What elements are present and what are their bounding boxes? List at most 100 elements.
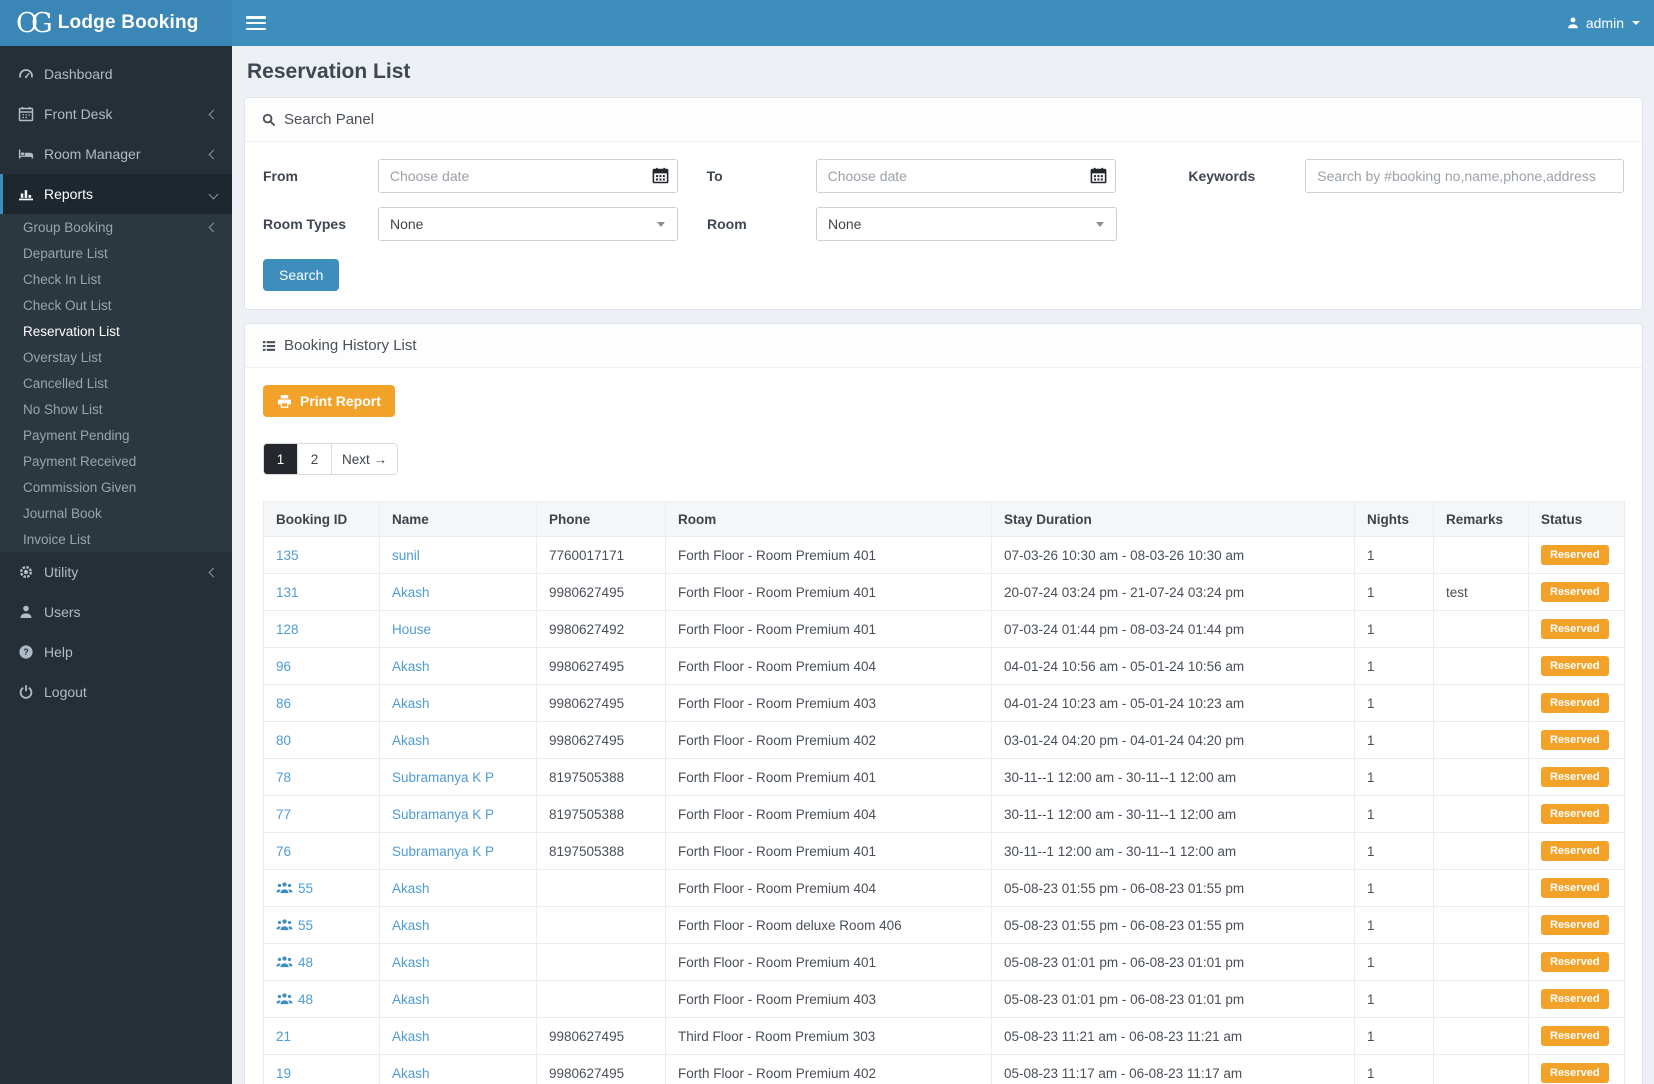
stay-duration-cell: 20-07-24 03:24 pm - 21-07-24 03:24 pm: [991, 573, 1355, 611]
remarks-cell: [1433, 795, 1529, 833]
sidebar-item-front-desk[interactable]: Front Desk: [0, 94, 232, 134]
guest-name-link[interactable]: Akash: [392, 1029, 430, 1044]
guest-name-link[interactable]: Akash: [392, 696, 430, 711]
booking-id-link[interactable]: 77: [276, 807, 291, 822]
sidebar-item-dashboard[interactable]: Dashboard: [0, 54, 232, 94]
booking-id-link[interactable]: 96: [276, 659, 291, 674]
booking-id-link[interactable]: 55: [298, 881, 313, 896]
status-badge: Reserved: [1541, 878, 1609, 898]
stay-duration-cell: 04-01-24 10:23 am - 05-01-24 10:23 am: [991, 684, 1355, 722]
print-report-button[interactable]: Print Report: [263, 385, 395, 417]
submenu-item[interactable]: Invoice List: [0, 526, 232, 552]
booking-id-link[interactable]: 21: [276, 1029, 291, 1044]
sidebar-item-logout[interactable]: Logout: [0, 672, 232, 712]
sidebar-item-help[interactable]: ? Help: [0, 632, 232, 672]
submenu-item-label: Group Booking: [23, 219, 114, 235]
group-booking-icon: [276, 955, 293, 968]
col-header-phone: Phone: [536, 501, 666, 537]
room-cell: Forth Floor - Room Premium 401: [665, 943, 992, 981]
pagination-next[interactable]: Next →: [332, 444, 398, 474]
booking-id-cell: 55: [263, 906, 380, 944]
guest-name-link[interactable]: Akash: [392, 585, 430, 600]
sidebar-item-utility[interactable]: Utility: [0, 552, 232, 592]
to-date-input[interactable]: [815, 159, 1117, 193]
booking-id-link[interactable]: 131: [276, 585, 299, 600]
submenu-item[interactable]: Journal Book: [0, 500, 232, 526]
guest-name-link[interactable]: Subramanya K P: [392, 844, 494, 859]
booking-id-link[interactable]: 86: [276, 696, 291, 711]
booking-id-link[interactable]: 19: [276, 1066, 291, 1081]
booking-id-link[interactable]: 128: [276, 622, 299, 637]
booking-history-panel: Booking History List Print Report 1 2 Ne…: [244, 323, 1643, 1084]
booking-id-link[interactable]: 78: [276, 770, 291, 785]
booking-id-link[interactable]: 48: [298, 992, 313, 1007]
sidebar-toggle-icon[interactable]: [246, 16, 266, 30]
booking-id-link[interactable]: 48: [298, 955, 313, 970]
guest-name-link[interactable]: House: [392, 622, 431, 637]
user-label: admin: [1585, 15, 1624, 31]
phone-cell: 9980627492: [536, 610, 666, 648]
name-cell: Akash: [379, 869, 537, 907]
submenu-item[interactable]: Overstay List: [0, 344, 232, 370]
pagination-page-1[interactable]: 1: [264, 444, 298, 474]
submenu-item-label: Payment Received: [23, 453, 137, 469]
status-cell: Reserved: [1528, 721, 1625, 759]
brand-logo[interactable]: OG Lodge Booking: [0, 0, 232, 46]
guest-name-link[interactable]: sunil: [392, 548, 420, 563]
booking-id-link[interactable]: 80: [276, 733, 291, 748]
power-icon: [19, 685, 33, 699]
room-types-select[interactable]: None: [378, 207, 678, 241]
nights-cell: 1: [1354, 943, 1434, 981]
guest-name-link[interactable]: Akash: [392, 955, 430, 970]
table-header-row: Booking ID Name Phone Room Stay Duration…: [263, 501, 1625, 537]
guest-name-link[interactable]: Akash: [392, 733, 430, 748]
search-button[interactable]: Search: [263, 259, 340, 291]
guest-name-link[interactable]: Akash: [392, 1066, 430, 1081]
guest-name-link[interactable]: Akash: [392, 918, 430, 933]
room-types-label: Room Types: [263, 216, 346, 232]
submenu-item[interactable]: Group Booking: [0, 214, 232, 240]
remarks-cell: [1433, 758, 1529, 796]
status-badge: Reserved: [1541, 545, 1609, 565]
booking-id-link[interactable]: 76: [276, 844, 291, 859]
submenu-item[interactable]: Cancelled List: [0, 370, 232, 396]
submenu-item[interactable]: Check In List: [0, 266, 232, 292]
user-menu[interactable]: admin: [1566, 15, 1640, 31]
name-cell: Akash: [379, 906, 537, 944]
guest-name-link[interactable]: Akash: [392, 881, 430, 896]
caret-down-icon: [657, 221, 665, 227]
name-cell: Akash: [379, 1054, 537, 1084]
sidebar-item-label: Dashboard: [44, 66, 113, 82]
phone-cell: 8197505388: [536, 832, 666, 870]
guest-name-link[interactable]: Subramanya K P: [392, 807, 494, 822]
booking-id-cell: 131: [263, 573, 380, 611]
submenu-item[interactable]: Check Out List: [0, 292, 232, 318]
submenu-item[interactable]: Payment Pending: [0, 422, 232, 448]
sidebar-item-room-manager[interactable]: Room Manager: [0, 134, 232, 174]
status-cell: Reserved: [1528, 943, 1625, 981]
booking-id-link[interactable]: 55: [298, 918, 313, 933]
from-date-input[interactable]: [377, 159, 678, 193]
pagination: 1 2 Next →: [263, 443, 399, 475]
submenu-item[interactable]: Reservation List: [0, 318, 232, 344]
submenu-item[interactable]: Commission Given: [0, 474, 232, 500]
submenu-item[interactable]: Payment Received: [0, 448, 232, 474]
room-select[interactable]: None: [816, 207, 1117, 241]
sidebar-item-users[interactable]: Users: [0, 592, 232, 632]
submenu-item[interactable]: Departure List: [0, 240, 232, 266]
booking-id-cell: 55: [263, 869, 380, 907]
phone-cell: 8197505388: [536, 795, 666, 833]
pagination-page-2[interactable]: 2: [298, 444, 332, 474]
sidebar-item-label: Logout: [44, 684, 87, 700]
table-row: 128 House 9980627492 Forth Floor - Room …: [263, 610, 1625, 648]
guest-name-link[interactable]: Akash: [392, 992, 430, 1007]
guest-name-link[interactable]: Akash: [392, 659, 430, 674]
guest-name-link[interactable]: Subramanya K P: [392, 770, 494, 785]
submenu-item[interactable]: No Show List: [0, 396, 232, 422]
booking-id-link[interactable]: 135: [276, 548, 299, 563]
sidebar-item-reports[interactable]: Reports: [0, 174, 232, 214]
room-cell: Forth Floor - Room Premium 404: [665, 795, 992, 833]
phone-cell: 9980627495: [536, 721, 666, 759]
name-cell: Akash: [379, 647, 537, 685]
keywords-input[interactable]: [1305, 159, 1624, 193]
